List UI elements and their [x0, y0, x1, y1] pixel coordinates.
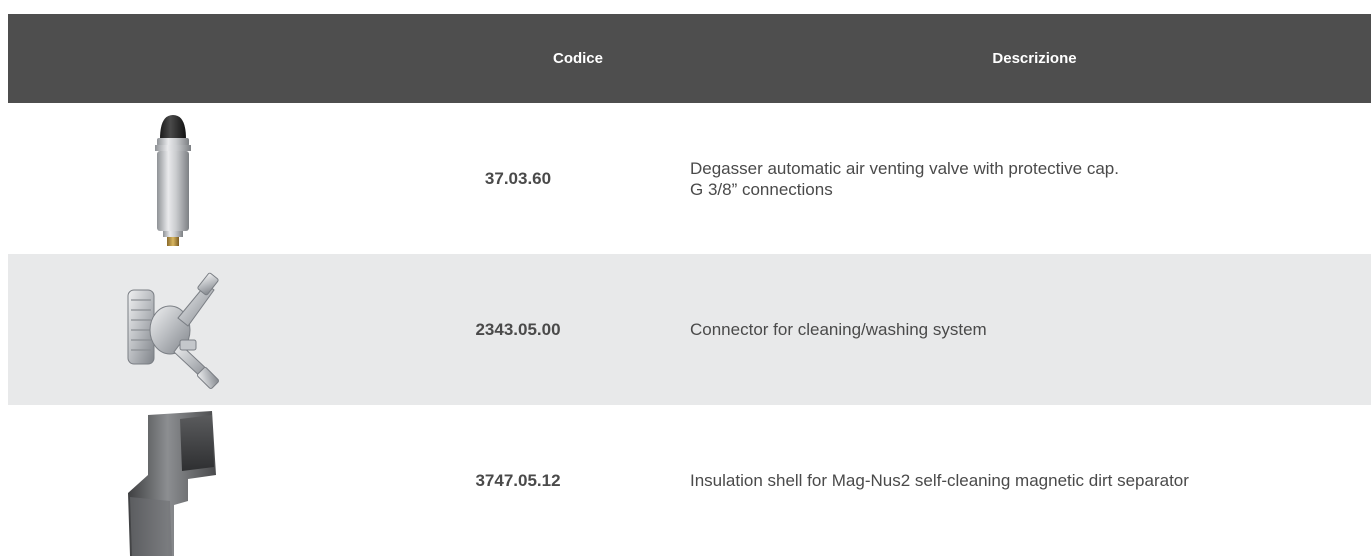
table-row: 2343.05.00 Connector for cleaning/washin… [8, 254, 1371, 405]
insulation-shell-image [8, 405, 338, 556]
product-description: Connector for cleaning/washing system [690, 254, 1360, 405]
description-line: Insulation shell for Mag-Nus2 self-clean… [690, 471, 1189, 490]
cleaning-connector-icon [127, 272, 219, 389]
product-code: 37.03.60 [484, 168, 552, 188]
product-description: Insulation shell for Mag-Nus2 self-clean… [690, 405, 1360, 556]
table-header: Codice Descrizione [8, 14, 1371, 103]
cleaning-connector-image [8, 254, 338, 405]
description-line: Degasser automatic air venting valve wit… [690, 158, 1119, 178]
description-line: G 3/8” connections [690, 179, 833, 199]
description-line: Connector for cleaning/washing system [690, 320, 987, 339]
product-description: Degasser automatic air venting valve wit… [690, 103, 1360, 254]
product-table: Codice Descrizione 37.03.60 Degasser aut… [8, 14, 1371, 556]
air-vent-valve-image [8, 103, 338, 254]
table-row: 37.03.60 Degasser automatic air venting … [8, 103, 1371, 254]
insulation-shell-icon [128, 411, 216, 556]
air-vent-valve-icon [155, 114, 191, 246]
table-row: 3747.05.12 Insulation shell for Mag-Nus2… [8, 405, 1371, 556]
header-description: Descrizione [992, 50, 1077, 67]
product-code: 3747.05.12 [475, 470, 561, 490]
product-code: 2343.05.00 [475, 319, 561, 339]
